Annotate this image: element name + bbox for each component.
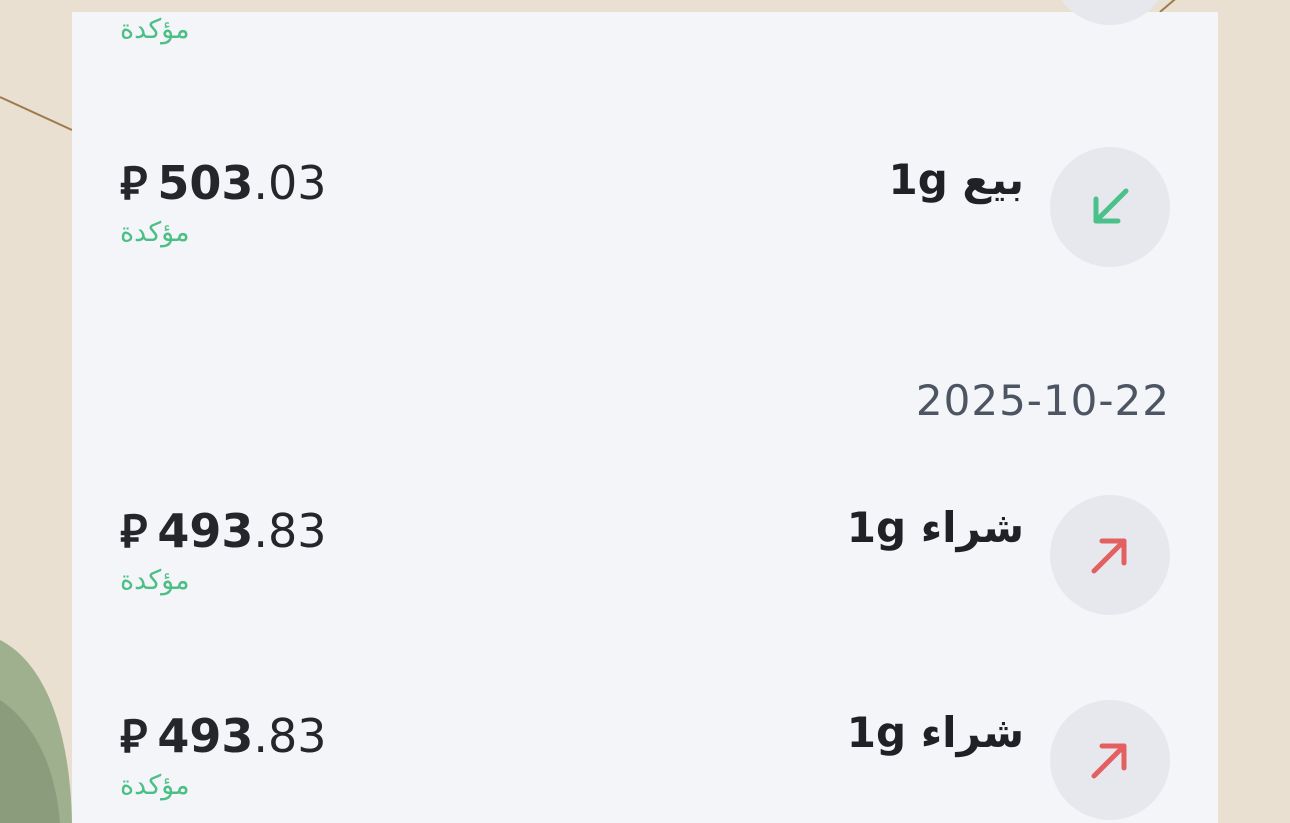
transactions-panel: مؤكدة بيع 1g ⃁ 503.03 مؤكدة 2025-10-22 شر… xyxy=(72,0,1218,823)
arrow-up-right-icon xyxy=(1091,538,1127,574)
transaction-amount: ⃁ 503.03 xyxy=(120,152,327,212)
amount-integer: 493 xyxy=(157,504,254,558)
date-group-header: 2025-10-22 xyxy=(915,376,1170,425)
status-label: مؤكدة xyxy=(120,565,190,596)
transaction-icon-circle xyxy=(1050,495,1170,615)
transaction-amount: ⃁ 493.83 xyxy=(120,705,327,765)
riyal-currency-icon: ⃁ xyxy=(120,709,148,763)
amount-decimal: .83 xyxy=(253,504,327,558)
amount-decimal: .03 xyxy=(253,156,327,210)
transaction-row[interactable]: مؤكدة xyxy=(72,0,1218,45)
transaction-row[interactable]: شراء 1g ⃁ 493.83 مؤكدة xyxy=(72,495,1218,625)
transaction-title: شراء 1g xyxy=(846,708,1024,757)
arrow-up-right-icon xyxy=(1091,743,1127,779)
transaction-title: بيع 1g xyxy=(888,155,1024,204)
amount-integer: 493 xyxy=(157,709,254,763)
arrow-down-left-icon xyxy=(1093,188,1129,224)
status-label: مؤكدة xyxy=(120,770,190,801)
status-label: مؤكدة xyxy=(120,217,190,248)
amount-decimal: .83 xyxy=(253,709,327,763)
riyal-currency-icon: ⃁ xyxy=(120,156,148,210)
amount-integer: 503 xyxy=(157,156,254,210)
transaction-title: شراء 1g xyxy=(846,503,1024,552)
transaction-icon-circle xyxy=(1050,147,1170,267)
transaction-amount: ⃁ 493.83 xyxy=(120,500,327,560)
status-label: مؤكدة xyxy=(120,14,190,45)
transaction-icon-circle xyxy=(1050,700,1170,820)
transaction-icon-circle xyxy=(1050,0,1170,25)
riyal-currency-icon: ⃁ xyxy=(120,504,148,558)
transaction-row[interactable]: شراء 1g ⃁ 493.83 مؤكدة xyxy=(72,700,1218,823)
transaction-row[interactable]: بيع 1g ⃁ 503.03 مؤكدة xyxy=(72,147,1218,277)
